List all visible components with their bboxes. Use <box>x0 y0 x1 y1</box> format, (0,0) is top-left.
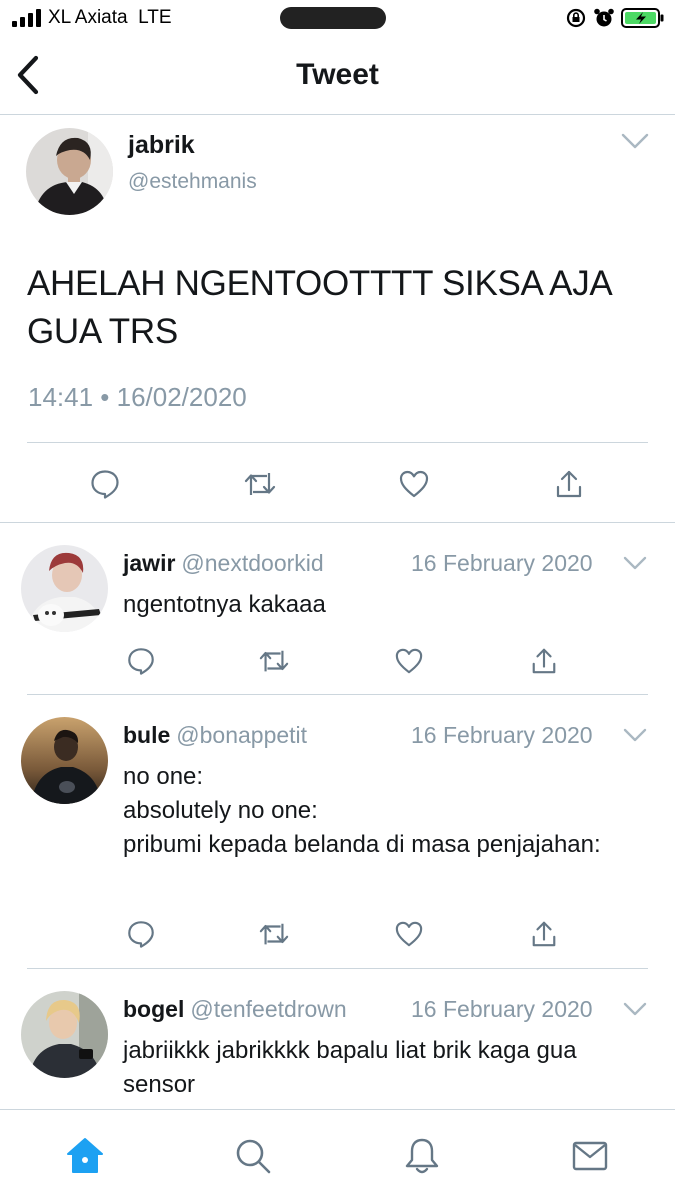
avatar-photo <box>26 128 113 215</box>
reply-tweet[interactable]: bogel @tenfeetdrown 16 February 2020 jabr… <box>0 969 675 1109</box>
lock-rotation-icon <box>566 8 586 28</box>
reply-button[interactable] <box>124 917 158 951</box>
avatar-photo <box>21 991 108 1078</box>
tweet-text: AHELAH NGENTOOTTTT SIKSA AJA GUA TRS <box>27 264 611 351</box>
like-icon <box>399 470 429 498</box>
share-icon <box>556 470 582 498</box>
reply-button[interactable] <box>87 466 123 502</box>
reply-text: no one: absolutely no one: pribumi kepad… <box>123 763 601 858</box>
avatar[interactable] <box>26 128 113 215</box>
like-button[interactable] <box>392 917 426 951</box>
reply-text: ngentotnya kakaaa <box>123 591 326 618</box>
retweet-icon <box>259 650 289 672</box>
reply-author[interactable]: bule @bonappetit <box>123 722 307 749</box>
like-icon <box>395 648 423 674</box>
retweet-icon <box>244 473 276 495</box>
like-button[interactable] <box>392 644 426 678</box>
avatar[interactable] <box>21 991 108 1078</box>
battery-charging-icon <box>621 8 664 28</box>
home-icon <box>67 1138 103 1173</box>
reply-author-name: bogel <box>123 996 185 1022</box>
reply-tweet[interactable]: bule @bonappetit 16 February 2020 no one:… <box>0 695 675 969</box>
share-icon <box>532 921 556 947</box>
search-icon <box>236 1139 271 1174</box>
share-button[interactable] <box>527 917 561 951</box>
reply-author-handle: @tenfeetdrown <box>190 996 347 1022</box>
reply-tweet[interactable]: jawir @nextdoorkid 16 February 2020 ngent… <box>0 523 675 695</box>
reply-author-name: jawir <box>123 550 176 576</box>
reply-button[interactable] <box>124 644 158 678</box>
like-button[interactable] <box>396 466 432 502</box>
divider <box>27 442 648 443</box>
retweet-button[interactable] <box>242 466 278 502</box>
reply-author-name: bule <box>123 722 171 748</box>
status-icons <box>565 6 665 30</box>
avatar[interactable] <box>21 717 108 804</box>
tweet-timestamp: 14:41 • 16/02/2020 <box>28 382 247 412</box>
share-icon <box>532 648 556 674</box>
reply-icon <box>128 648 154 675</box>
status-bar: XL Axiata LTE <box>0 0 675 36</box>
page-title: Tweet <box>296 58 379 91</box>
alarm-icon <box>594 8 614 27</box>
retweet-button[interactable] <box>257 917 291 951</box>
tab-home[interactable] <box>63 1134 107 1178</box>
avatar[interactable] <box>21 545 108 632</box>
status-notch <box>280 7 386 29</box>
top-navigation-bar: Tweet <box>0 36 675 115</box>
author-handle[interactable]: @estehmanis <box>128 170 257 194</box>
signal-icon <box>12 9 41 27</box>
chevron-down-icon[interactable] <box>622 999 648 1019</box>
chevron-down-icon[interactable] <box>622 553 648 573</box>
reply-author[interactable]: bogel @tenfeetdrown <box>123 996 347 1023</box>
reply-date: 16 February 2020 <box>411 722 593 748</box>
chevron-down-icon[interactable] <box>620 130 650 152</box>
share-button[interactable] <box>551 466 587 502</box>
reply-text: jabriikkk jabrikkkk bapalu liat brik kag… <box>123 1037 577 1098</box>
retweet-button[interactable] <box>257 644 291 678</box>
retweet-icon <box>259 923 289 945</box>
carrier-label: XL Axiata LTE <box>48 7 172 28</box>
reply-icon <box>91 470 119 499</box>
main-tweet: jabrik @estehmanis AHELAH NGENTOOTTTT SI… <box>0 116 675 523</box>
reply-author-handle: @nextdoorkid <box>181 550 324 576</box>
tab-search[interactable] <box>231 1134 275 1178</box>
chevron-down-icon[interactable] <box>622 725 648 745</box>
reply-date: 16 February 2020 <box>411 996 593 1022</box>
avatar-photo <box>21 545 108 632</box>
reply-icon <box>128 921 154 948</box>
reply-date: 16 February 2020 <box>411 550 593 576</box>
avatar-photo <box>21 717 108 804</box>
like-icon <box>395 921 423 947</box>
tab-messages[interactable] <box>568 1134 612 1178</box>
reply-author[interactable]: jawir @nextdoorkid <box>123 550 324 577</box>
tab-notifications[interactable] <box>400 1134 444 1178</box>
share-button[interactable] <box>527 644 561 678</box>
messages-icon <box>572 1141 608 1171</box>
reply-author-handle: @bonappetit <box>176 722 308 748</box>
notifications-icon <box>405 1138 439 1174</box>
author-name[interactable]: jabrik <box>128 131 195 160</box>
bottom-tab-bar <box>0 1109 675 1200</box>
